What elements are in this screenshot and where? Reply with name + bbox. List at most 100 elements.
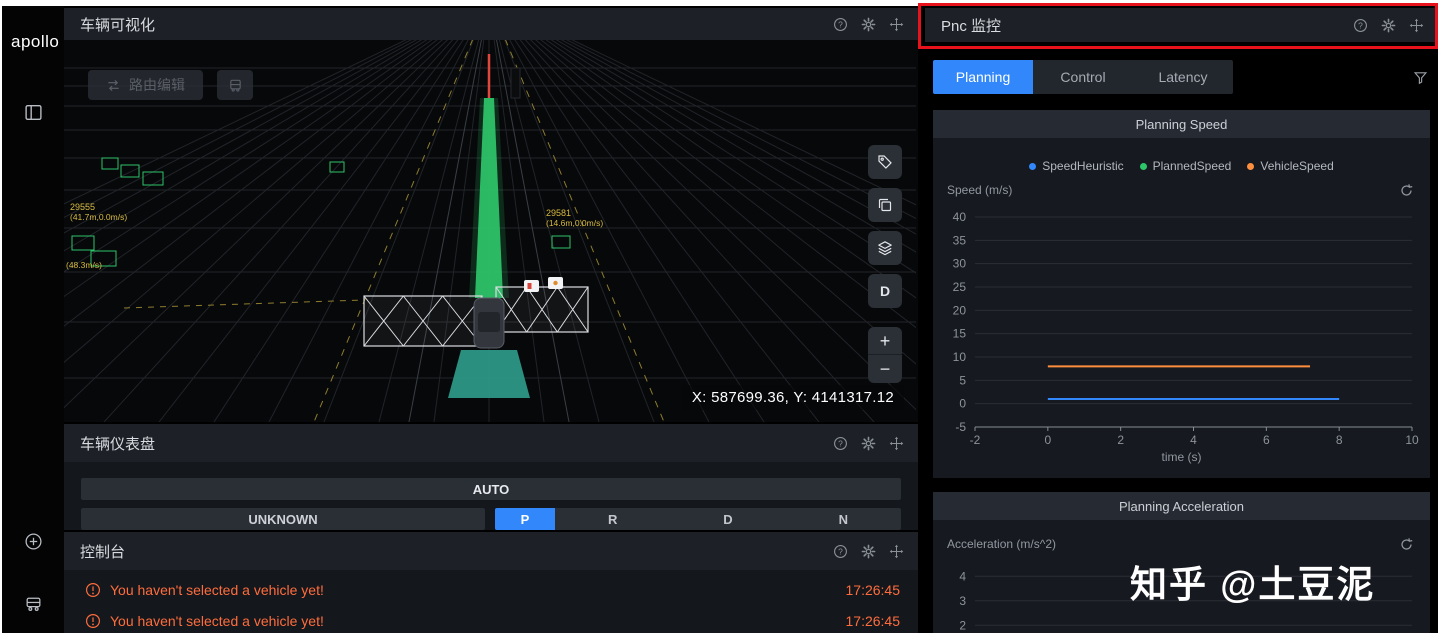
svg-text:0: 0 — [1044, 433, 1051, 447]
chart-legend: SpeedHeuristic PlannedSpeed VehicleSpeed — [933, 156, 1430, 176]
svg-text:4: 4 — [1190, 433, 1197, 447]
svg-text:?: ? — [838, 19, 843, 29]
speed-y-axis-label: Speed (m/s) — [947, 183, 1013, 197]
zoom-in-button[interactable]: + — [868, 327, 902, 355]
settings-icon[interactable] — [861, 544, 876, 559]
tab-latency[interactable]: Latency — [1133, 60, 1233, 94]
svg-text:(14.6m,0.0m/s): (14.6m,0.0m/s) — [546, 218, 603, 228]
svg-text:-2: -2 — [970, 433, 981, 447]
drive-mode-indicator: AUTO — [81, 478, 901, 500]
zoom-tools: + − — [868, 327, 902, 383]
viz-3d-scene[interactable]: 29555 (41.7m,0.0m/s) 29581 (14.6m,0.0m/s) (4… — [64, 40, 918, 422]
scene-tools: D — [868, 145, 902, 308]
move-panel-icon[interactable] — [889, 17, 904, 32]
signal-state-indicator: UNKNOWN — [81, 508, 485, 530]
pnc-panel-title: Pnc 监控 — [941, 17, 1002, 35]
svg-text:2: 2 — [1117, 433, 1124, 447]
legend-dot — [1139, 162, 1147, 170]
layers-tool-button[interactable] — [868, 231, 902, 265]
vehicle-dashboard-panel: 车辆仪表盘 ? AUTO UNKNOWN P R D N — [64, 424, 918, 530]
filter-icon[interactable] — [1413, 70, 1428, 85]
svg-text:4: 4 — [959, 569, 966, 583]
svg-text:3: 3 — [959, 594, 966, 608]
gear-cell-d: D — [723, 511, 733, 527]
pnc-tabs-row: Planning Control Latency — [933, 60, 1428, 94]
console-panel-header: 控制台 ? — [64, 532, 918, 570]
tag-tool-button[interactable] — [868, 145, 902, 179]
legend-item-plannedspeed[interactable]: PlannedSpeed — [1139, 159, 1231, 173]
route-edit-label: 路由编辑 — [129, 77, 185, 93]
console-message: You haven't selected a vehicle yet! 17:26… — [64, 574, 918, 605]
planning-speed-card: Planning Speed SpeedHeuristic PlannedSpee… — [933, 110, 1430, 478]
watermark: 知乎 @土豆泥 — [1130, 564, 1376, 605]
speed-x-axis-label: time (s) — [1161, 450, 1202, 464]
settings-icon[interactable] — [861, 436, 876, 451]
help-icon[interactable]: ? — [1353, 18, 1368, 33]
legend-dot — [1247, 162, 1255, 170]
tab-planning[interactable]: Planning — [933, 60, 1033, 94]
planning-speed-card-title: Planning Speed — [933, 110, 1430, 138]
acceleration-axis-row: Acceleration (m/s^2) — [933, 534, 1430, 554]
view-mode-button[interactable]: D — [868, 274, 902, 308]
svg-text:5: 5 — [959, 373, 966, 387]
console-panel-title: 控制台 — [80, 543, 126, 561]
screenshot-page: apollo 车辆可视化 ? 29555 (41.7m,0.0m/s) 29581(… — [0, 0, 1440, 636]
legend-item-vehiclespeed[interactable]: VehicleSpeed — [1247, 159, 1334, 173]
reset-chart-icon[interactable] — [1399, 537, 1414, 552]
gear-cell-r: R — [607, 511, 618, 527]
viz-panel-header: 车辆可视化 ? — [64, 8, 918, 40]
svg-text:30: 30 — [953, 257, 967, 271]
legend-dot — [1029, 162, 1037, 170]
warning-icon — [85, 613, 101, 629]
help-icon[interactable]: ? — [833, 544, 848, 559]
gear-cell-n: N — [838, 511, 849, 527]
panel-layout-icon[interactable] — [24, 103, 43, 122]
pnc-tabs: Planning Control Latency — [933, 60, 1233, 94]
settings-icon[interactable] — [861, 17, 876, 32]
help-icon[interactable]: ? — [833, 436, 848, 451]
viz-panel-title: 车辆可视化 — [80, 16, 156, 34]
svg-text:(41.7m,0.0m/s): (41.7m,0.0m/s) — [70, 212, 127, 222]
svg-text:6: 6 — [1263, 433, 1270, 447]
route-edit-button[interactable]: 路由编辑 — [88, 70, 203, 100]
planning-acceleration-card-title: Planning Acceleration — [933, 492, 1430, 520]
legend-label: SpeedHeuristic — [1042, 159, 1124, 173]
svg-text:15: 15 — [953, 327, 967, 341]
copy-tool-button[interactable] — [868, 188, 902, 222]
dashboard-row: UNKNOWN P R D N — [81, 508, 901, 530]
svg-text:35: 35 — [953, 233, 967, 247]
svg-text:?: ? — [838, 438, 843, 448]
main-column: 车辆可视化 ? 29555 (41.7m,0.0m/s) 29581 (14.6m,0… — [64, 6, 918, 633]
move-panel-icon[interactable] — [889, 544, 904, 559]
console-message-text: You haven't selected a vehicle yet! — [110, 581, 324, 598]
svg-text:20: 20 — [953, 303, 967, 317]
console-panel: 控制台 ? You haven't selected a vehicle yet… — [64, 532, 918, 633]
coordinates-readout: X: 587699.36, Y: 4141317.12 — [681, 385, 904, 410]
svg-text:10: 10 — [1405, 433, 1419, 447]
svg-text:8: 8 — [1336, 433, 1343, 447]
dreamview-app: apollo 车辆可视化 ? 29555 (41.7m,0.0m/s) 29581(… — [2, 3, 1438, 633]
console-message-list: You haven't selected a vehicle yet! 17:26… — [64, 570, 918, 633]
move-panel-icon[interactable] — [889, 436, 904, 451]
apollo-logo: apollo — [11, 32, 60, 51]
gear-cell-p: P — [495, 508, 555, 530]
help-icon[interactable]: ? — [833, 17, 848, 32]
gear-selector: PRDN — [495, 508, 901, 530]
svg-text:?: ? — [1358, 20, 1363, 30]
move-panel-icon[interactable] — [1409, 18, 1424, 33]
relocate-button[interactable] — [217, 70, 253, 100]
warning-icon — [85, 582, 101, 598]
dashboard-body: AUTO UNKNOWN P R D N — [64, 462, 918, 530]
zoom-out-button[interactable]: − — [868, 355, 902, 383]
bus-icon — [228, 78, 243, 93]
add-panel-icon[interactable] — [24, 532, 43, 551]
settings-icon[interactable] — [1381, 18, 1396, 33]
tab-control[interactable]: Control — [1033, 60, 1133, 94]
reset-chart-icon[interactable] — [1399, 183, 1414, 198]
vehicle-icon[interactable] — [24, 594, 43, 613]
svg-text:2: 2 — [959, 618, 966, 632]
dashboard-header-icons: ? — [833, 436, 904, 451]
dashboard-panel-header: 车辆仪表盘 ? — [64, 424, 918, 462]
legend-item-speedheuristic[interactable]: SpeedHeuristic — [1029, 159, 1124, 173]
console-header-icons: ? — [833, 544, 904, 559]
